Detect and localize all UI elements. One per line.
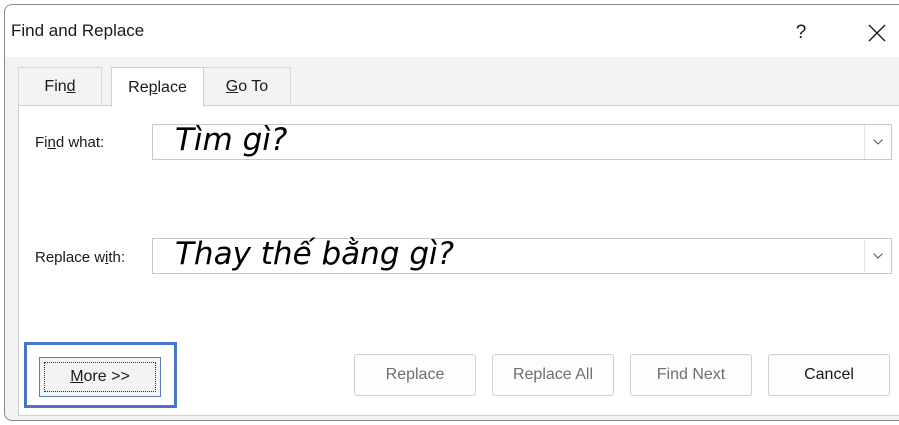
tab-replace[interactable]: Replace (111, 67, 204, 107)
close-button[interactable] (855, 13, 899, 53)
find-what-input[interactable]: Tìm gì? (175, 122, 287, 158)
dialog-title: Find and Replace (11, 21, 145, 40)
find-what-combobox[interactable]: Tìm gì? (152, 122, 892, 160)
help-button[interactable]: ? (779, 13, 823, 53)
tab-replace-label: Replace (128, 78, 187, 96)
replace-with-label: Replace with: (35, 249, 126, 266)
replace-with-dropdown[interactable] (864, 239, 891, 273)
replace-with-input[interactable]: Thay thế bằng gì? (175, 236, 454, 272)
more-button-label: More >> (70, 368, 130, 385)
replace-with-combobox[interactable]: Thay thế bằng gì? (152, 236, 892, 274)
cancel-button[interactable]: Cancel (768, 354, 890, 396)
tab-find-label: Find (44, 77, 76, 95)
find-replace-dialog: Find and Replace ? Find Replace Go To Fi… (4, 4, 899, 421)
tab-go-to-label: Go To (225, 77, 269, 95)
find-next-button[interactable]: Find Next (630, 354, 752, 396)
more-button[interactable]: More >> (39, 357, 161, 397)
chevron-down-icon (873, 139, 883, 145)
replace-button[interactable]: Replace (354, 354, 476, 396)
title-bar: Find and Replace ? (5, 5, 899, 57)
find-what-dropdown[interactable] (864, 125, 891, 159)
chevron-down-icon (873, 253, 883, 259)
close-icon (868, 24, 886, 42)
tab-find[interactable]: Find (18, 67, 102, 105)
replace-all-button[interactable]: Replace All (492, 354, 614, 396)
tab-go-to[interactable]: Go To (204, 67, 291, 105)
find-what-label: Find what: (35, 134, 105, 151)
